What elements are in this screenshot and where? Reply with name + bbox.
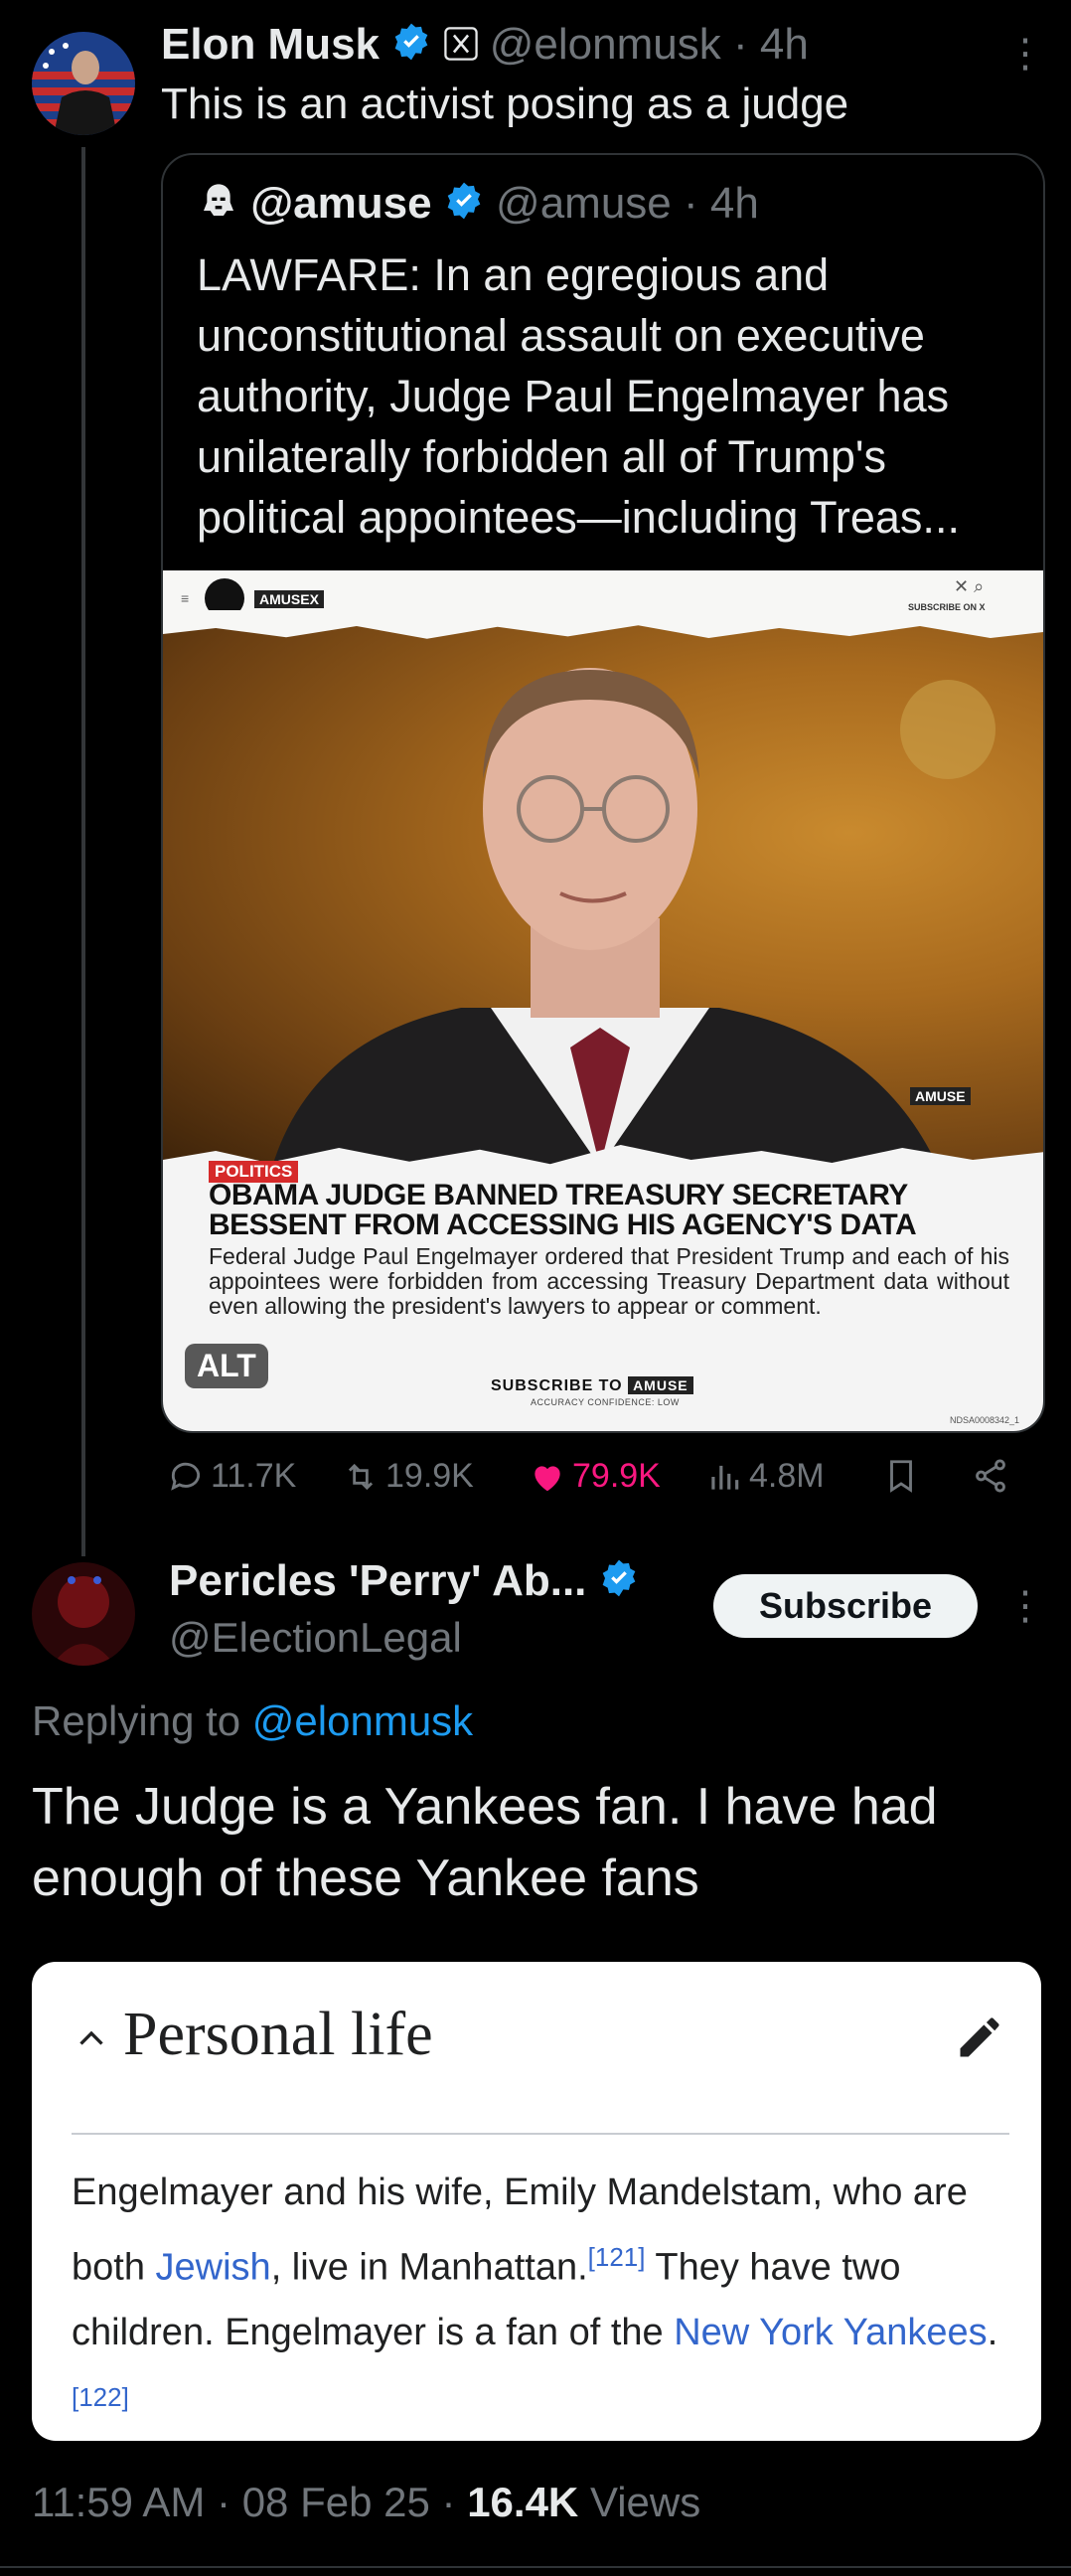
subscribe-text: SUBSCRIBE TO [491,1377,623,1394]
divider [0,2566,1071,2568]
views-count: 4.8M [749,1457,825,1495]
x-affiliate-icon [443,22,478,72]
verified-badge-icon [599,1558,639,1609]
photo-watermark: AMUSE [910,1087,971,1105]
wiki-ref: [122] [72,2381,129,2412]
tweet-actions: 11.7K 19.9K 79.9K 4.8M [161,1457,1035,1513]
quote-text: LAWFARE: In an egregious and unconstitut… [197,249,960,543]
search-icon: ✕ ⌕ [954,576,985,596]
more-options-icon[interactable]: ⋮ [1005,1584,1045,1628]
avatar[interactable] [32,32,135,135]
attached-image[interactable]: Personal life Engelmayer and his wife, E… [32,1962,1041,2441]
dot-separator: · [732,20,748,69]
stormtrooper-avatar-icon [199,181,238,232]
graphic-subscribe: SUBSCRIBE TO AMUSE [491,1376,693,1395]
post-date[interactable]: 08 Feb 25 [242,2479,430,2525]
reply-count: 11.7K [211,1457,297,1495]
views-button[interactable]: 4.8M [705,1457,825,1496]
wiki-section-title: Personal life [123,2001,433,2068]
author-handle[interactable]: @elonmusk [490,20,721,69]
reply-author-line: Pericles 'Perry' Ab... [169,1556,639,1609]
wiki-link-yankees: New York Yankees [674,2311,988,2353]
tweet-text: This is an activist posing as a judge [161,80,849,128]
share-icon [976,1459,1005,1493]
replying-to-handle[interactable]: @elonmusk [252,1697,473,1744]
quote-header: @amuse @amuse · 4h [199,179,759,232]
pencil-icon [954,2012,1005,2063]
chevron-up-icon [74,2021,109,2067]
quote-author-name: @amuse [250,179,432,228]
post-time[interactable]: 11:59 AM [32,2479,205,2525]
wiki-text: . [987,2311,998,2353]
replying-prefix: Replying to [32,1697,241,1744]
tweet-time[interactable]: 4h [760,20,809,69]
judge-photo: 2R9D40138 AMUSE [163,610,1043,1167]
wiki-paragraph: Engelmayer and his wife, Emily Mandelsta… [72,2161,1015,2440]
like-count: 79.9K [572,1457,661,1495]
brand-name: AMUSE [259,591,310,607]
quote-author-handle: @amuse [496,179,672,228]
thread-line [81,147,85,1556]
heart-icon [535,1465,560,1491]
repost-button[interactable]: 19.9K [342,1457,474,1496]
reply-author-name[interactable]: Pericles 'Perry' Ab... [169,1556,586,1605]
wiki-ref: [121] [587,2242,646,2272]
reply-avatar[interactable] [32,1562,135,1666]
repost-count: 19.9K [385,1457,474,1495]
wiki-link-jewish: Jewish [155,2246,271,2289]
wiki-text: , live in Manhattan. [270,2246,588,2289]
bookmark-icon [890,1460,912,1493]
reply-icon [171,1462,201,1491]
reply-text: The Judge is a Yankees fan. I have had e… [32,1778,938,1907]
tweet-meta: 11:59 AM · 08 Feb 25 · 16.4K Views [32,2479,700,2526]
dot-separator: · [217,2479,231,2525]
quote-image[interactable]: ≡ AMUSEX ✕ ⌕ SUBSCRIBE ON X 2R9D40138 AM [163,570,1043,1431]
brand-logo-small: AMUSE [628,1376,693,1394]
quoted-tweet-card[interactable]: @amuse @amuse · 4h LAWFARE: In an egregi… [161,153,1045,1433]
graphic-headline: OBAMA JUDGE BANNED TREASURY SECRETARY BE… [209,1179,917,1241]
verified-badge-icon [391,22,431,73]
repost-icon [348,1463,374,1490]
reply-button[interactable]: 11.7K [167,1457,296,1496]
quote-time: 4h [709,179,759,228]
views-icon [711,1465,739,1490]
reply-author-handle[interactable]: @ElectionLegal [169,1614,462,1662]
bookmark-button[interactable] [882,1457,920,1495]
more-options-icon[interactable]: ⋮ [1005,32,1045,76]
dot-separator: · [441,2479,456,2525]
author-line: Elon Musk @elonmusk · 4h [161,20,809,73]
divider [72,2133,1009,2135]
replying-to: Replying to @elonmusk [32,1697,473,1745]
brand-x: X [309,591,319,607]
share-button[interactable] [972,1457,1009,1495]
subscribe-button[interactable]: Subscribe [713,1574,978,1638]
menu-icon: ≡ [181,590,190,606]
like-button[interactable]: 79.9K [529,1457,661,1496]
accuracy-confidence: ACCURACY CONFIDENCE: LOW [531,1397,680,1407]
author-name[interactable]: Elon Musk [161,20,380,69]
graphic-body: Federal Judge Paul Engelmayer ordered th… [209,1243,1009,1319]
alt-badge[interactable]: ALT [185,1344,268,1388]
views-label: Views [589,2479,701,2525]
brand-logo: AMUSEX [254,590,324,608]
graphic-code: NDSA0008342_1 [950,1415,1020,1425]
views-total: 16.4K [467,2479,579,2525]
dot-separator: · [684,179,698,228]
verified-badge-icon [444,181,484,232]
